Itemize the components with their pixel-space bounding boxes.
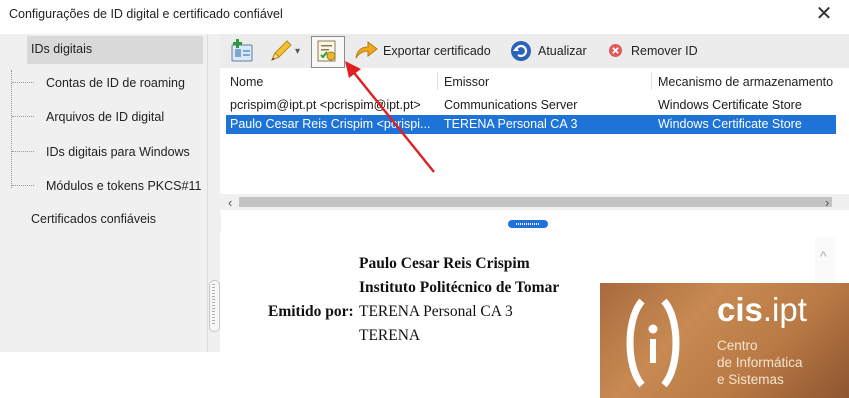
column-header-storage[interactable]: Mecanismo de armazenamento	[658, 75, 838, 89]
logo-line-1: Centro	[717, 338, 758, 353]
column-header-name[interactable]: Nome	[230, 75, 263, 89]
tree-branch	[12, 116, 34, 118]
certificate-subject-name: Paulo Cesar Reis Crispim	[359, 255, 530, 272]
chevron-down-icon[interactable]: ▾	[295, 46, 300, 57]
annotation-arrow	[345, 61, 435, 173]
scroll-left-icon[interactable]: ‹	[228, 195, 232, 210]
issuer-line-1: TERENA Personal CA 3	[359, 303, 513, 320]
sidebar-item-certificados-confiaveis[interactable]: Certificados confiáveis	[31, 212, 156, 226]
cell-issuer: TERENA Personal CA 3	[444, 117, 578, 131]
sidebar-item-pkcs11[interactable]: Módulos e tokens PKCS#11	[46, 179, 201, 193]
logo-brand-main: cis	[717, 291, 763, 328]
tree-connector	[11, 70, 13, 188]
issuer-line-2: TERENA	[359, 327, 421, 344]
sidebar-item-ids-digitais[interactable]: IDs digitais	[31, 42, 92, 56]
tree-branch	[12, 185, 34, 187]
table-row-selected[interactable]: Paulo Cesar Reis Crispim <pcrispi... TER…	[226, 115, 836, 134]
sidebar-item-contas-roaming[interactable]: Contas de ID de roaming	[46, 76, 185, 90]
remove-id-button[interactable]: Remover ID	[631, 44, 698, 58]
tree-branch	[12, 151, 34, 153]
close-icon[interactable]: ✕	[814, 4, 834, 24]
cis-ipt-logo: cis.ipt Centro de Informática e Sistemas	[600, 283, 849, 398]
scroll-right-icon[interactable]: ›	[825, 195, 829, 210]
splitter-grip-dots	[516, 223, 540, 225]
pencil-icon[interactable]	[268, 38, 294, 64]
sidebar-item-arquivos[interactable]: Arquivos de ID digital	[46, 110, 164, 124]
window-title: Configurações de ID digital e certificad…	[9, 7, 283, 21]
cell-storage: Windows Certificate Store	[658, 117, 802, 131]
table-row[interactable]: pcrispim@ipt.pt <pcrispim@ipt.pt> Commun…	[226, 96, 836, 115]
cell-storage: Windows Certificate Store	[658, 98, 802, 112]
refresh-icon[interactable]	[508, 38, 534, 64]
cell-issuer: Communications Server	[444, 98, 578, 112]
scroll-up-icon[interactable]: ^	[820, 248, 827, 264]
splitter-grip-dots	[212, 284, 215, 326]
certificate-organization: Instituto Politécnico de Tomar	[359, 279, 560, 296]
certificate-list	[220, 68, 849, 212]
logo-parentheses-icon	[626, 298, 680, 388]
remove-icon[interactable]	[608, 43, 623, 58]
issued-by-label: Emitido por:	[268, 303, 354, 320]
add-id-icon[interactable]	[229, 38, 255, 64]
scrollbar-thumb[interactable]	[239, 197, 832, 207]
column-divider[interactable]	[651, 72, 652, 90]
tree-branch	[12, 82, 34, 84]
logo-line-2: de Informática	[717, 355, 803, 370]
refresh-button[interactable]: Atualizar	[538, 44, 587, 58]
logo-brand-dot: .ipt	[762, 291, 807, 328]
logo-line-3: e Sistemas	[717, 372, 784, 387]
column-header-issuer[interactable]: Emissor	[444, 75, 489, 89]
sidebar-item-windows-ids[interactable]: IDs digitais para Windows	[46, 145, 190, 159]
